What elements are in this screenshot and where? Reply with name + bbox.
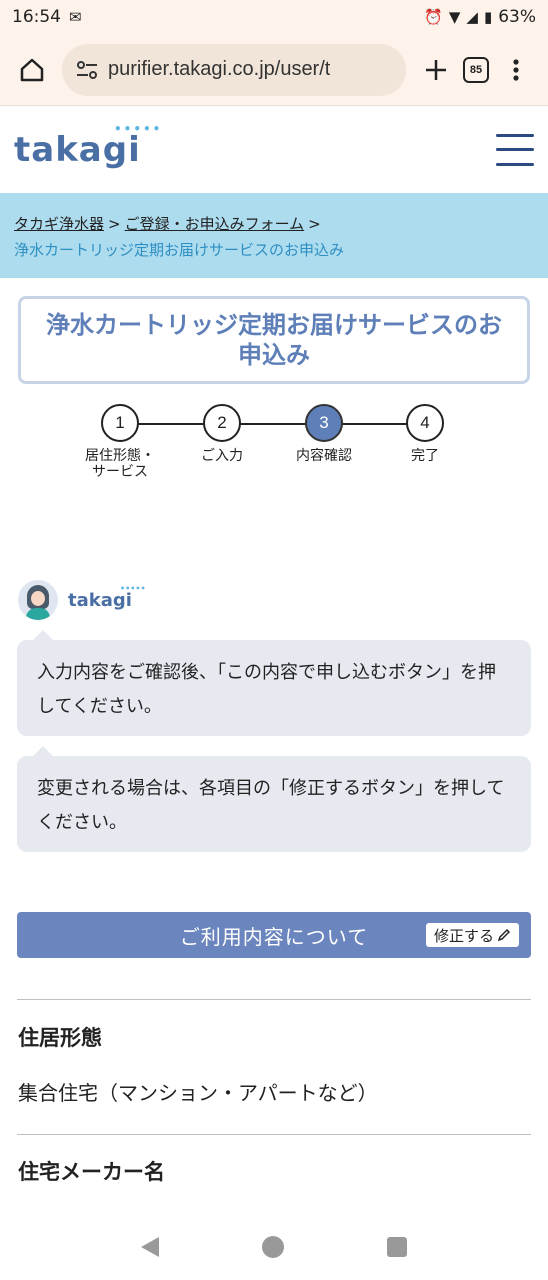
- breadcrumb-link-home[interactable]: タカギ浄水器: [14, 215, 104, 233]
- avatar-body: [26, 608, 50, 620]
- address-bar[interactable]: purifier.takagi.co.jp/user/t: [62, 43, 406, 96]
- page-title-box: 浄水カートリッジ定期お届けサービスのお申込み: [18, 296, 530, 384]
- logo-text: takagi: [14, 129, 141, 170]
- divider: [17, 999, 531, 1000]
- logo-dots: •••••: [114, 121, 163, 136]
- status-icons: ⏰ ▼ ◢ ▮ 63%: [424, 7, 536, 27]
- signal-icon: ◢: [466, 8, 478, 26]
- step-number: 3: [305, 404, 343, 442]
- step-number: 1: [101, 404, 139, 442]
- plus-icon: [426, 59, 446, 80]
- mail-icon: ✉: [69, 8, 82, 26]
- step-1: 1 居住形態・サービス: [70, 404, 170, 480]
- battery-icon: ▮: [483, 8, 493, 26]
- status-bar: 16:54 ✉ ⏰ ▼ ◢ ▮ 63%: [0, 0, 548, 34]
- breadcrumb-current: 浄水カートリッジ定期お届けサービスのお申込み: [14, 241, 345, 259]
- takagi-logo[interactable]: takagi •••••: [14, 122, 160, 170]
- divider: [17, 1134, 531, 1135]
- site-settings-icon[interactable]: [76, 60, 98, 79]
- menu-icon-bar: [496, 148, 534, 151]
- breadcrumb-separator: >: [308, 215, 321, 233]
- url-text: purifier.takagi.co.jp/user/t: [108, 58, 331, 80]
- back-icon[interactable]: [141, 1237, 160, 1257]
- tab-count: 85: [463, 56, 489, 83]
- menu-icon-bar: [496, 162, 534, 166]
- recents-icon[interactable]: [386, 1237, 407, 1257]
- home-button[interactable]: [12, 50, 52, 90]
- battery-percent: 63%: [498, 7, 536, 27]
- menu-button[interactable]: [496, 133, 534, 166]
- edit-button[interactable]: 修正する: [425, 923, 519, 947]
- chat-header: takagi •••••: [18, 580, 146, 620]
- section-header-usage: ご利用内容について 修正する: [17, 912, 531, 958]
- section-title: ご利用内容について: [179, 924, 369, 949]
- tab-switcher-button[interactable]: 85: [456, 50, 496, 90]
- logo-dots: •••••: [120, 583, 146, 593]
- site-header: takagi •••••: [0, 106, 548, 193]
- home-nav-icon[interactable]: [261, 1236, 284, 1258]
- avatar-face: [31, 591, 45, 606]
- menu-icon-bar: [496, 133, 534, 137]
- step-label: ご入力: [201, 448, 243, 464]
- field-label-housing-type: 住居形態: [18, 1026, 102, 1050]
- edit-button-label: 修正する: [433, 926, 494, 945]
- step-2: 2 ご入力: [172, 404, 272, 464]
- alarm-icon: ⏰: [424, 8, 443, 26]
- breadcrumb-link-form[interactable]: ご登録・お申込みフォーム: [125, 215, 305, 233]
- avatar: [18, 580, 58, 620]
- field-label-house-maker: 住宅メーカー名: [18, 1160, 165, 1184]
- pencil-icon: [497, 928, 511, 942]
- new-tab-button[interactable]: [416, 50, 456, 90]
- breadcrumb-separator: >: [108, 215, 121, 233]
- status-time: 16:54: [12, 7, 61, 27]
- android-nav-bar: [0, 1214, 548, 1280]
- browser-toolbar: purifier.takagi.co.jp/user/t 85: [0, 34, 548, 106]
- step-3-current: 3 内容確認: [274, 404, 374, 464]
- chat-brand-logo: takagi •••••: [68, 584, 146, 611]
- step-4: 4 完了: [375, 404, 475, 464]
- step-label: 居住形態・サービス: [85, 448, 155, 480]
- step-label: 完了: [411, 448, 439, 464]
- page-title: 浄水カートリッジ定期お届けサービスのお申込み: [46, 311, 502, 369]
- step-number: 2: [203, 404, 241, 442]
- step-number: 4: [406, 404, 444, 442]
- browser-menu-button[interactable]: [496, 50, 536, 90]
- step-label: 内容確認: [296, 448, 352, 464]
- field-value-housing-type: 集合住宅（マンション・アパートなど）: [18, 1081, 378, 1105]
- chat-message-2: 変更される場合は、各項目の「修正するボタン」を押してください。: [17, 746, 531, 852]
- progress-stepper: 1 居住形態・サービス 2 ご入力 3 内容確認 4 完了: [70, 404, 480, 514]
- more-vert-icon: [513, 58, 519, 81]
- chat-brand-text: takagi: [68, 589, 132, 611]
- chat-message-1: 入力内容をご確認後、「この内容で申し込むボタン」を押してください。: [17, 630, 531, 736]
- wifi-icon: ▼: [448, 8, 461, 26]
- breadcrumb: タカギ浄水器 > ご登録・お申込みフォーム > 浄水カートリッジ定期お届けサービスのお…: [0, 193, 548, 278]
- home-icon: [20, 58, 44, 81]
